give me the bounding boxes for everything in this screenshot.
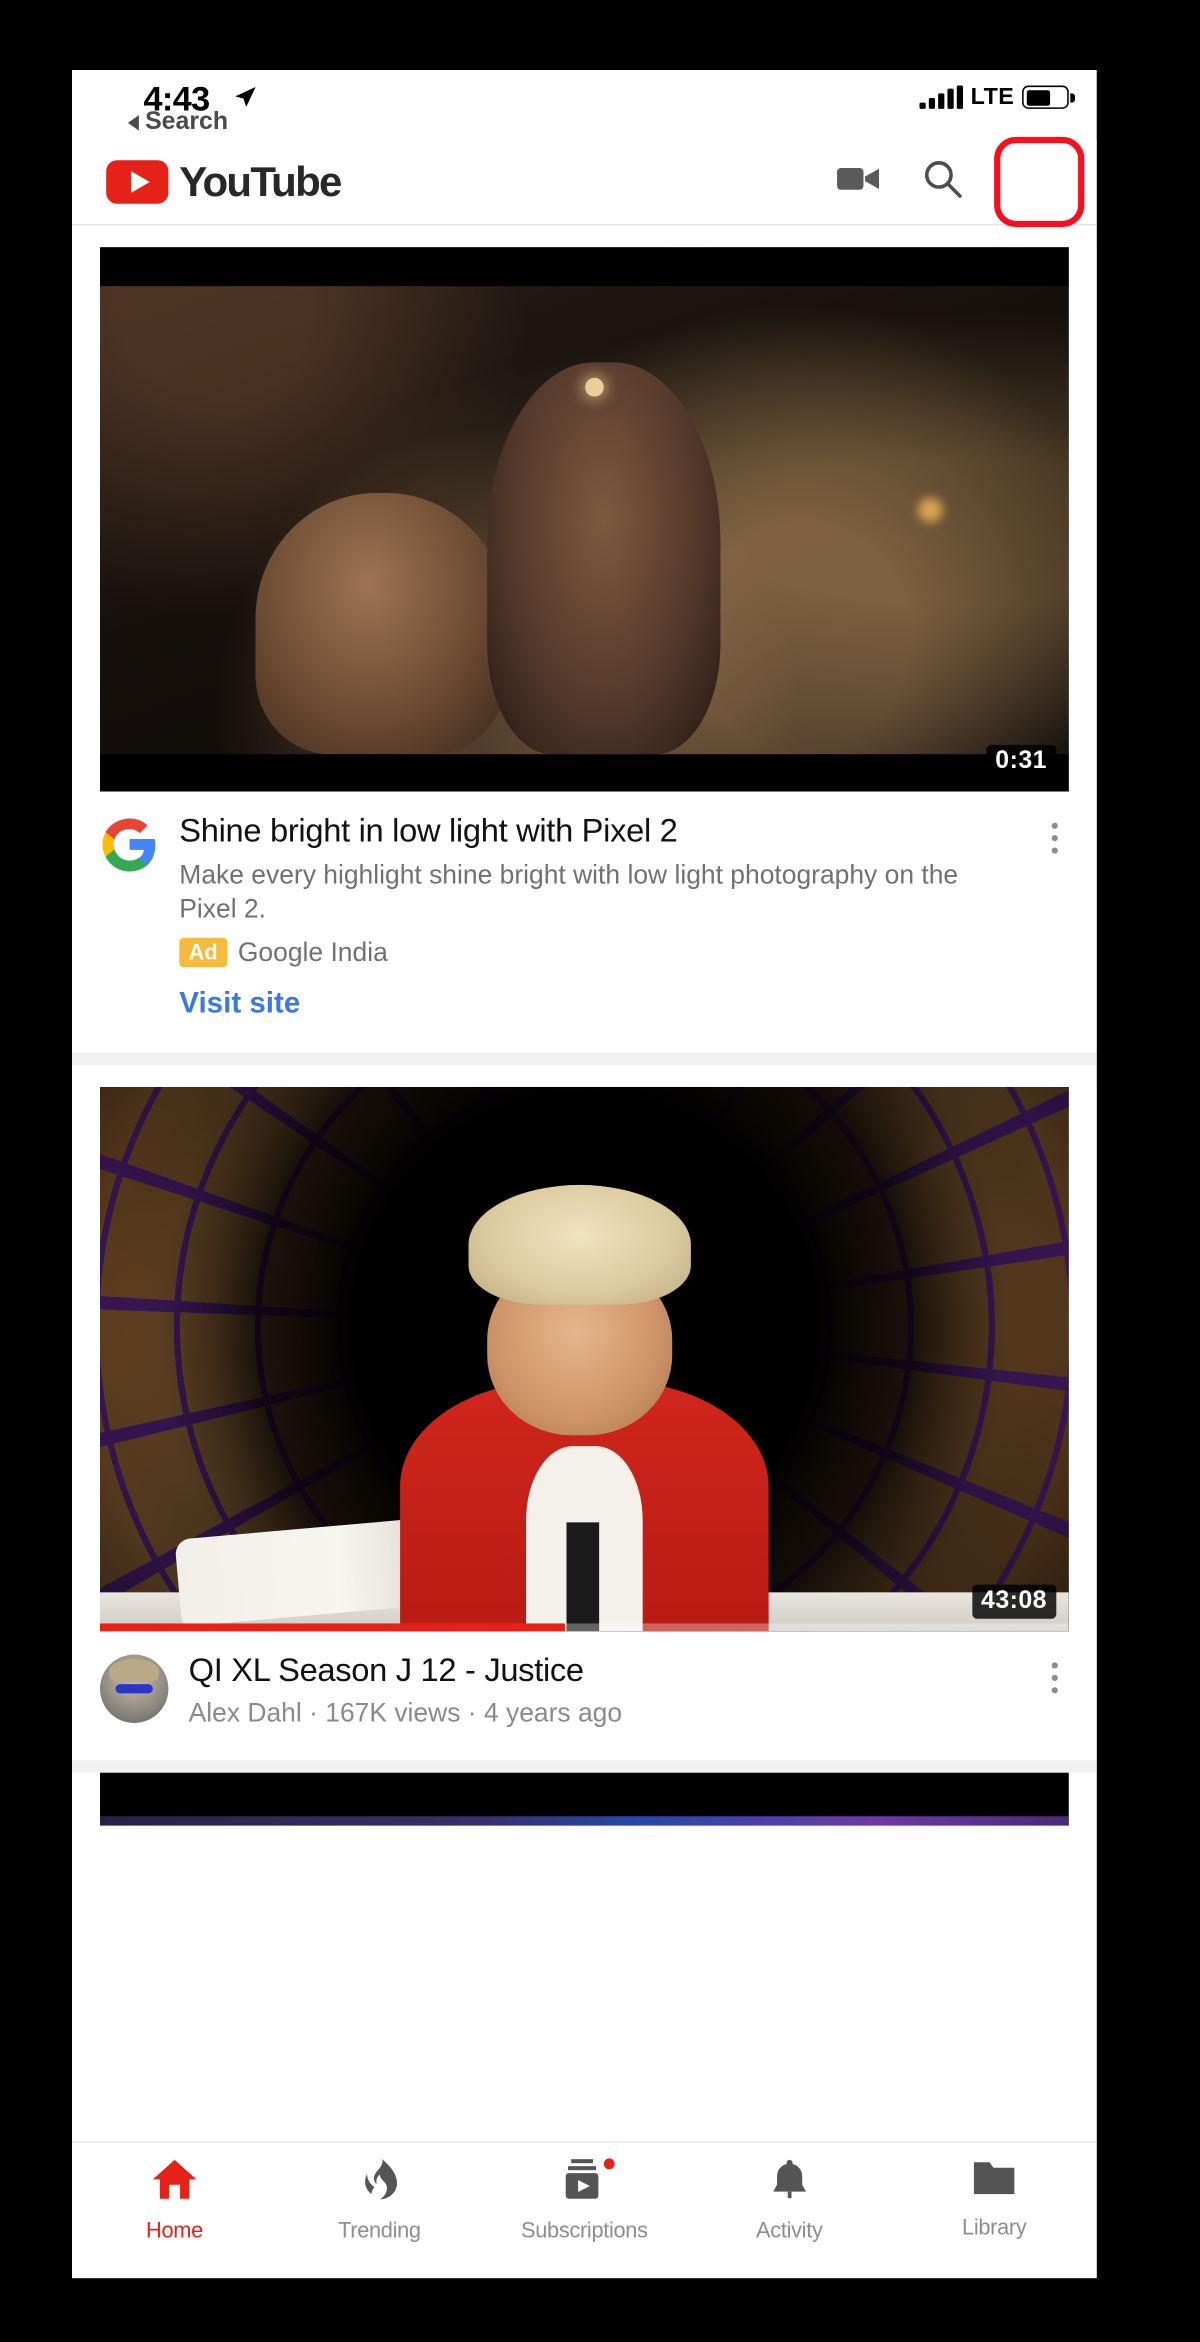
video-subtitle: Alex Dahl · 167K views · 4 years ago — [188, 1698, 623, 1729]
ad-title: Shine bright in low light with Pixel 2 — [179, 813, 678, 850]
tab-library-label: Library — [962, 2214, 1027, 2240]
video-feed[interactable]: 0:31 Shine bright in low light with Pixe — [72, 225, 1097, 2142]
tab-trending-label: Trending — [338, 2217, 421, 2243]
tab-activity[interactable]: Activity — [687, 2158, 892, 2242]
status-bar: 4:43 LTE Search — [72, 70, 1097, 140]
bell-icon — [770, 2158, 809, 2208]
home-indicator-area — [72, 2274, 1097, 2279]
ad-thumbnail[interactable]: 0:31 — [99, 247, 1069, 793]
brand-wordmark: YouTube — [179, 157, 342, 205]
tab-subscriptions-label: Subscriptions — [521, 2217, 648, 2243]
phone-screen: 4:43 LTE Search YouTube 0:31 Shine brigh… — [72, 70, 1097, 2279]
bottom-tab-bar: Home Trending Subscriptions Activity Lib… — [72, 2141, 1097, 2275]
status-bar-indicators: LTE — [919, 83, 1075, 111]
advertiser-name: Google India — [237, 937, 388, 967]
google-g-icon — [100, 816, 159, 875]
tab-library[interactable]: Library — [892, 2158, 1097, 2239]
tab-subscriptions[interactable]: Subscriptions — [482, 2155, 687, 2243]
video-duration-badge: 43:08 — [971, 1584, 1057, 1619]
feed-card-ad[interactable]: 0:31 Shine bright in low light with Pixe — [72, 247, 1097, 1053]
card-separator — [72, 1052, 1097, 1065]
tab-home-label: Home — [146, 2217, 203, 2243]
video-thumbnail-container[interactable]: 43:08 — [72, 1086, 1097, 1632]
search-icon[interactable] — [923, 158, 963, 206]
tab-home[interactable]: Home — [72, 2158, 277, 2242]
feed-card-video[interactable]: 43:08 QI XL Season J 12 - Justice Alex D… — [72, 1086, 1097, 1761]
folder-icon — [972, 2158, 1016, 2205]
channel-avatar[interactable] — [99, 1654, 169, 1723]
home-icon — [151, 2158, 198, 2208]
location-arrow-icon — [234, 86, 257, 109]
back-caret-icon — [127, 115, 139, 131]
ad-thumbnail-container[interactable]: 0:31 — [72, 247, 1097, 793]
ad-duration-badge: 0:31 — [985, 745, 1057, 780]
kebab-menu-icon[interactable] — [1035, 1651, 1075, 1729]
app-header: YouTube — [72, 136, 1097, 228]
card-separator — [72, 1760, 1097, 1774]
avatar-highlight-box — [994, 136, 1085, 228]
carrier-type-label: LTE — [970, 83, 1015, 111]
video-thumbnail[interactable]: 43:08 — [99, 1086, 1069, 1632]
ad-text-block: Shine bright in low light with Pixel 2 M… — [179, 812, 1014, 1021]
subscriptions-badge-dot — [600, 2155, 618, 2173]
youtube-play-icon — [106, 160, 169, 204]
kebab-menu-icon[interactable] — [1035, 812, 1075, 1021]
screenshot-root: 4:43 LTE Search YouTube 0:31 Shine brigh… — [0, 0, 1200, 2342]
account-avatar[interactable] — [994, 136, 1085, 228]
video-title: QI XL Season J 12 - Justice — [188, 1652, 584, 1689]
tab-trending[interactable]: Trending — [277, 2158, 482, 2242]
video-thumbnail-image — [99, 1086, 1069, 1632]
tab-activity-label: Activity — [756, 2217, 823, 2243]
subscriptions-icon — [563, 2158, 605, 2208]
ad-attribution-row: Ad Google India — [179, 937, 1014, 968]
cast-video-icon[interactable] — [836, 161, 883, 203]
video-meta-row: QI XL Season J 12 - Justice Alex Dahl · … — [72, 1631, 1097, 1729]
battery-icon — [1022, 85, 1075, 109]
watch-progress-bar — [99, 1623, 1069, 1632]
signal-bars-icon — [919, 84, 963, 109]
video-text-block: QI XL Season J 12 - Justice Alex Dahl · … — [189, 1651, 1015, 1729]
back-label: Search — [145, 108, 229, 136]
back-to-search-link[interactable]: Search — [127, 108, 229, 137]
ad-badge: Ad — [179, 937, 227, 968]
app-header-actions — [836, 136, 1085, 228]
youtube-logo[interactable]: YouTube — [106, 157, 342, 206]
flame-icon — [359, 2158, 399, 2208]
ad-description: Make every highlight shine bright with l… — [179, 859, 959, 924]
next-card-peek[interactable] — [99, 1773, 1069, 1826]
ad-thumbnail-image — [99, 247, 1069, 793]
ad-meta-row: Shine bright in low light with Pixel 2 M… — [72, 792, 1097, 1021]
visit-site-link[interactable]: Visit site — [179, 987, 300, 1021]
